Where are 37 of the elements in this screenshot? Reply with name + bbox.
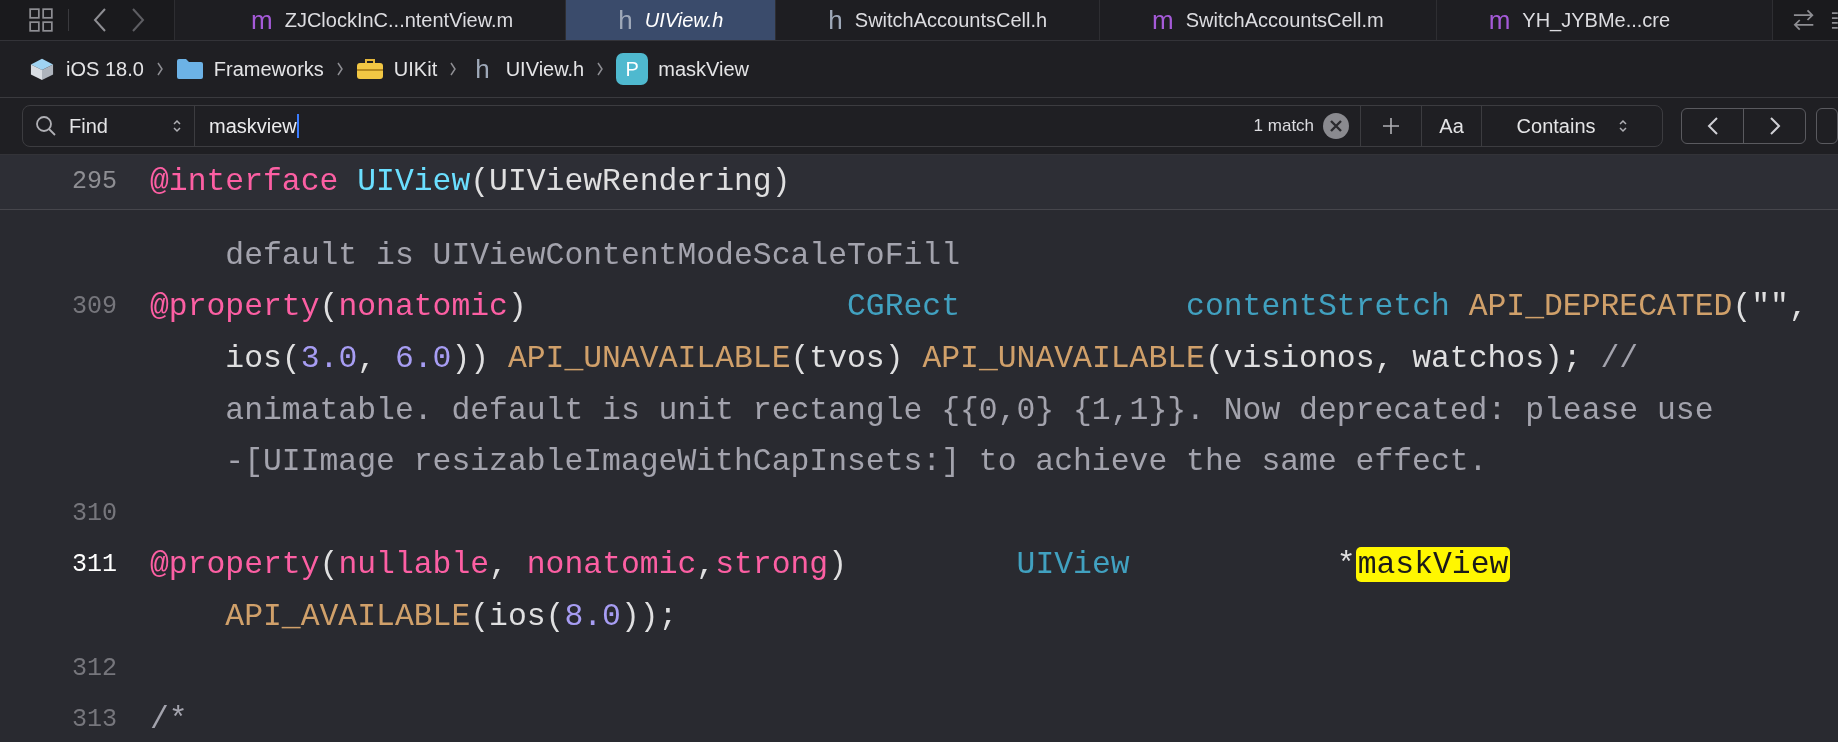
chevron-icon <box>335 61 344 77</box>
code-line: default is UIViewContentModeScaleToFill <box>225 237 960 273</box>
line-number: 313 <box>71 705 117 735</box>
breadcrumb-item[interactable]: h UIView.h <box>469 56 585 82</box>
line-number: 312 <box>71 653 117 683</box>
chevron-left-icon <box>1706 116 1719 136</box>
breadcrumb-item[interactable]: iOS 18.0 <box>28 57 144 81</box>
back-icon[interactable] <box>93 7 107 33</box>
breadcrumb-item[interactable]: Frameworks <box>175 57 324 81</box>
code-line: -[UIImage resizableImageWithCapInsets:] to achieve the same effect. <box>225 444 1488 480</box>
editor-tab[interactable]: m YH_JYBMe...cre <box>1436 0 1671 40</box>
chevron-icon <box>449 61 458 77</box>
line-number: 311 <box>71 550 117 580</box>
chevron-icon <box>596 61 605 77</box>
toolbar-button[interactable] <box>1816 108 1838 144</box>
package-icon <box>28 57 56 81</box>
line-number: 309 <box>71 292 117 322</box>
code-line: API_AVAILABLE(ios(8.0)); <box>225 599 678 635</box>
code-line: @interface UIView(UIViewRendering) <box>150 163 791 199</box>
code-line: @property(nullable, nonatomic,strong) UIView *maskView <box>150 547 1511 583</box>
folder-icon <box>175 57 204 81</box>
forward-icon[interactable] <box>131 7 145 33</box>
breadcrumb-item[interactable]: P maskView <box>616 53 749 85</box>
line-number: 295 <box>71 166 117 196</box>
code-line: @property(nonatomic) CGRect contentStretch API_DEPRECATED("", <box>150 289 1808 325</box>
code-line: animatable. default is unit rectangle {{0,0} {1,1}}. Now deprecated: please use <box>225 392 1714 428</box>
breadcrumb-item[interactable]: UIKit <box>355 57 438 81</box>
code-line: /* <box>150 702 188 738</box>
editor-tab[interactable]: h SwitchAccountsCell.h <box>776 0 1101 40</box>
editor-tab[interactable]: h UIView.h <box>566 0 777 40</box>
toolbox-icon <box>355 57 384 81</box>
grid-icon[interactable] <box>28 7 54 33</box>
chevron-icon <box>155 61 164 77</box>
chevron-right-icon <box>1768 116 1781 136</box>
editor-tab[interactable]: m SwitchAccountsCell.m <box>1100 0 1437 40</box>
code-line: ios(3.0, 6.0)) API_UNAVAILABLE(tvos) API_UNAVAILABLE(visionos, watchos); // <box>225 341 1639 377</box>
line-number: 310 <box>71 498 117 528</box>
